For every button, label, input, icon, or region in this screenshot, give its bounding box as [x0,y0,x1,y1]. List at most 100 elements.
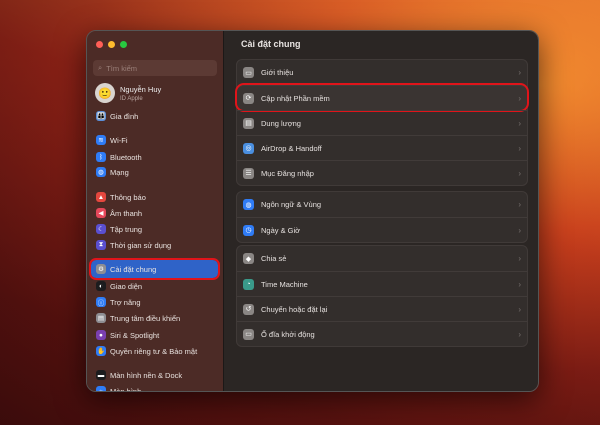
page-title: Cài đặt chung [241,39,301,49]
chevron-right-icon: › [518,304,521,314]
sidebar-item[interactable]: ● Siri & Spotlight [96,328,159,342]
minimize-button[interactable] [108,41,115,48]
sidebar-item-label: Âm thanh [110,208,143,218]
family-icon: 👪 [96,111,106,121]
sidebar-item-label: Màn hình nền & Dock [110,370,183,380]
settings-row-label: Giới thiệu [261,68,294,77]
settings-row-label: Time Machine [261,279,308,289]
sidebar-item-label: Thời gian sử dụng [110,240,172,250]
sidebar-item[interactable]: ⚙ Cài đặt chung [96,262,156,276]
display-icon: ☼ [96,386,106,391]
sidebar-item[interactable]: ᛒ Bluetooth [96,150,142,164]
sidebar: ⌕ Tìm kiếm 🙂 Nguyễn Huy ID Apple 👪 Gia đì… [87,31,223,391]
settings-row[interactable]: ⟳ Cập nhật Phần mềm › [235,83,529,112]
settings-row-label: Ổ đĩa khởi động [261,329,315,339]
sidebar-item-label: Quyền riêng tư & Bảo mật [110,346,198,356]
accessibility-icon: ⓘ [96,297,106,307]
appearance-icon: ◐ [96,281,106,291]
settings-row[interactable]: ◍ Ngôn ngữ & Vùng › [237,192,527,217]
sidebar-item-label: Siri & Spotlight [110,330,160,340]
settings-row-label: AirDrop & Handoff [261,143,322,153]
storage-icon: ▤ [243,117,254,129]
sidebar-item[interactable]: ⧗ Thời gian sử dụng [96,238,171,252]
sidebar-item[interactable]: ☾ Tập trung [96,222,142,236]
reset-icon: ↺ [243,303,254,315]
profile-subtitle: ID Apple [120,95,143,102]
chevron-right-icon: › [518,143,521,153]
settings-group-2: ◍ Ngôn ngữ & Vùng › ◷ Ngày & Giờ › [236,191,528,243]
chevron-right-icon: › [518,168,521,178]
chevron-right-icon: › [518,68,521,77]
chevron-right-icon: › [518,225,521,235]
sidebar-item-label: Trợ năng [110,297,141,307]
calendar-clock-icon: ◷ [243,224,254,236]
zoom-button[interactable] [120,41,127,48]
list-icon: ☰ [243,167,254,179]
sidebar-item-label: Gia đình [110,111,139,121]
sidebar-item[interactable]: ≋ Wi-Fi [96,133,128,147]
settings-row[interactable]: ☰ Mục Đăng nhập › [237,160,527,185]
settings-row-label: Mục Đăng nhập [261,168,314,178]
control-center-icon: ▤ [96,313,106,323]
settings-row[interactable]: ↺ Chuyển hoặc đặt lại › [237,296,527,321]
sidebar-item-label: Giao diện [110,281,143,291]
globe-icon: ◍ [96,167,106,177]
settings-group-1: ▭ Giới thiệu › ⟳ Cập nhật Phần mềm › ▤ Dung lượ… [235,59,529,186]
apple-id-profile[interactable]: 🙂 Nguyễn Huy ID Apple [95,83,161,103]
settings-row-label: Chuyển hoặc đặt lại [261,304,328,314]
chevron-right-icon: › [518,93,521,103]
chevron-right-icon: › [518,200,521,209]
settings-row[interactable]: ▭ Giới thiệu › [237,60,527,85]
hand-icon: ✋ [96,346,106,356]
sidebar-item-label: Mạng [110,167,129,177]
sidebar-item-label: Trung tâm điều khiển [110,313,181,323]
sidebar-item[interactable]: ◀ Âm thanh [96,206,142,220]
settings-group-3: ◆ Chia sẻ › ◔ Time Machine › ↺ Chuyển hoặc đặt … [236,245,528,347]
search-input[interactable]: ⌕ Tìm kiếm [93,60,217,76]
speaker-icon: ◀ [96,208,106,218]
disk-icon: ▭ [243,328,254,340]
avatar: 🙂 [95,83,115,103]
sidebar-item[interactable]: ▬ Màn hình nền & Dock [96,368,182,382]
search-icon: ⌕ [98,63,103,72]
sidebar-item-label: Thông báo [110,192,146,202]
sidebar-item[interactable]: ◍ Mạng [96,165,129,179]
globe-icon: ◍ [243,199,254,210]
airdrop-icon: ◎ [243,142,254,154]
sidebar-item[interactable]: ⓘ Trợ năng [96,295,141,309]
sidebar-item-label: Wi-Fi [110,135,128,145]
sidebar-item-label: Tập trung [110,224,143,234]
sharing-icon: ◆ [243,253,254,264]
chevron-right-icon: › [518,118,521,128]
sidebar-item[interactable]: ◐ Giao diện [96,279,142,293]
chevron-right-icon: › [518,254,521,263]
settings-row-label: Ngày & Giờ [261,225,301,235]
hourglass-icon: ⧗ [96,240,106,250]
settings-row[interactable]: ▤ Dung lượng › [237,110,527,135]
settings-row[interactable]: ◷ Ngày & Giờ › [237,217,527,242]
settings-row[interactable]: ▭ Ổ đĩa khởi động › [237,321,527,346]
sidebar-item-label: Cài đặt chung [110,264,157,274]
sidebar-item[interactable]: ▤ Trung tâm điều khiển [96,311,180,325]
time-machine-icon: ◔ [243,278,254,290]
bell-icon: ▲ [96,192,106,202]
sidebar-item[interactable]: ✋ Quyền riêng tư & Bảo mật [96,344,197,358]
settings-row[interactable]: ◎ AirDrop & Handoff › [237,135,527,160]
main-pane: Cài đặt chung ▭ Giới thiệu › ⟳ Cập nhật Phần… [223,31,538,391]
sidebar-item[interactable]: 👪 Gia đình [96,109,138,123]
dock-icon: ▬ [96,370,106,380]
window-controls [96,41,127,48]
update-icon: ⟳ [243,92,254,104]
settings-row[interactable]: ◆ Chia sẻ › [237,246,527,271]
laptop-icon: ▭ [243,67,254,78]
wifi-icon: ≋ [96,135,106,145]
gear-icon: ⚙ [96,264,106,274]
settings-row-label: Cập nhật Phần mềm [261,93,330,103]
sidebar-item[interactable]: ▲ Thông báo [96,190,146,204]
profile-name: Nguyễn Huy [120,84,162,94]
settings-row-label: Ngôn ngữ & Vùng [261,200,322,209]
close-button[interactable] [96,41,103,48]
settings-row[interactable]: ◔ Time Machine › [237,271,527,296]
sidebar-item-label: Màn hình [110,386,142,392]
sidebar-item[interactable]: ☼ Màn hình [96,384,142,392]
